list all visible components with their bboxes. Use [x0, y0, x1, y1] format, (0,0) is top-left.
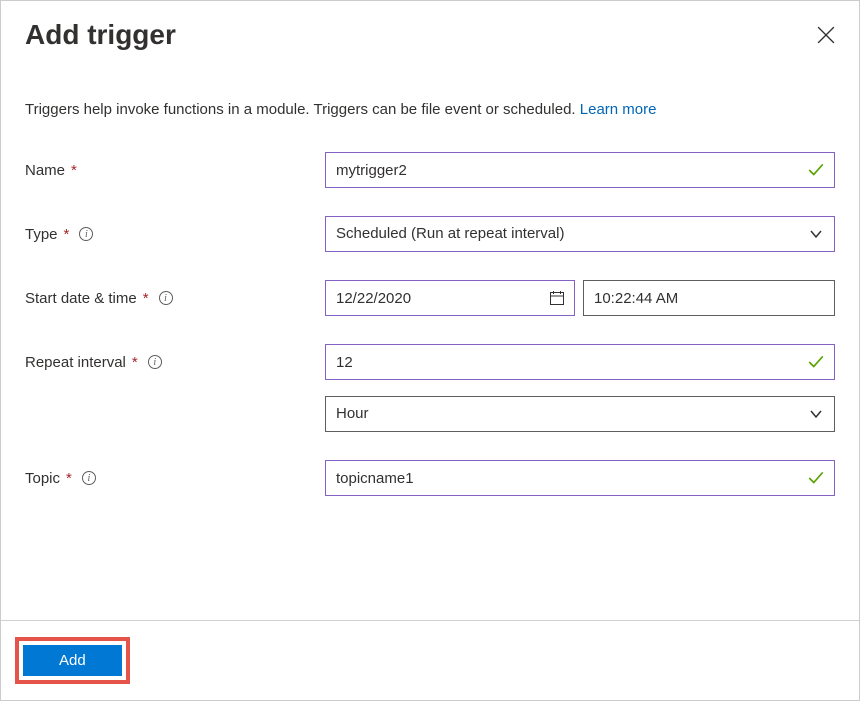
required-star: *	[66, 470, 72, 487]
type-label-text: Type	[25, 226, 58, 243]
topic-input[interactable]	[325, 460, 835, 496]
topic-row: Topic * i	[25, 460, 835, 496]
repeat-interval-label: Repeat interval * i	[25, 354, 325, 371]
add-button-highlight: Add	[15, 637, 130, 684]
info-icon[interactable]: i	[82, 471, 96, 485]
required-star: *	[71, 162, 77, 179]
panel-header: Add trigger	[1, 1, 859, 61]
name-row: Name *	[25, 152, 835, 188]
add-button[interactable]: Add	[23, 645, 122, 676]
type-label: Type * i	[25, 226, 325, 243]
repeat-interval-input[interactable]	[325, 344, 835, 380]
page-title: Add trigger	[25, 19, 176, 51]
add-trigger-panel: Add trigger Triggers help invoke functio…	[0, 0, 860, 701]
required-star: *	[64, 226, 70, 243]
topic-label-text: Topic	[25, 470, 60, 487]
start-date-input[interactable]	[325, 280, 575, 316]
description-body: Triggers help invoke functions in a modu…	[25, 101, 580, 118]
repeat-unit-row: Hour	[25, 396, 835, 432]
repeat-unit-select[interactable]: Hour	[325, 396, 835, 432]
start-time-input[interactable]	[583, 280, 835, 316]
info-icon[interactable]: i	[159, 291, 173, 305]
type-row: Type * i Scheduled (Run at repeat interv…	[25, 216, 835, 252]
start-date-label-text: Start date & time	[25, 290, 137, 307]
repeat-interval-label-text: Repeat interval	[25, 354, 126, 371]
name-input[interactable]	[325, 152, 835, 188]
learn-more-link[interactable]: Learn more	[580, 101, 657, 118]
type-select[interactable]: Scheduled (Run at repeat interval)	[325, 216, 835, 252]
name-label: Name *	[25, 162, 325, 179]
close-icon[interactable]	[817, 26, 835, 44]
required-star: *	[132, 354, 138, 371]
repeat-interval-row: Repeat interval * i	[25, 344, 835, 380]
panel-footer: Add	[1, 620, 859, 700]
start-datetime-label: Start date & time * i	[25, 290, 325, 307]
panel-content: Triggers help invoke functions in a modu…	[1, 61, 859, 620]
description-text: Triggers help invoke functions in a modu…	[25, 101, 835, 118]
required-star: *	[143, 290, 149, 307]
start-datetime-row: Start date & time * i	[25, 280, 835, 316]
name-label-text: Name	[25, 162, 65, 179]
info-icon[interactable]: i	[79, 227, 93, 241]
info-icon[interactable]: i	[148, 355, 162, 369]
topic-label: Topic * i	[25, 470, 325, 487]
